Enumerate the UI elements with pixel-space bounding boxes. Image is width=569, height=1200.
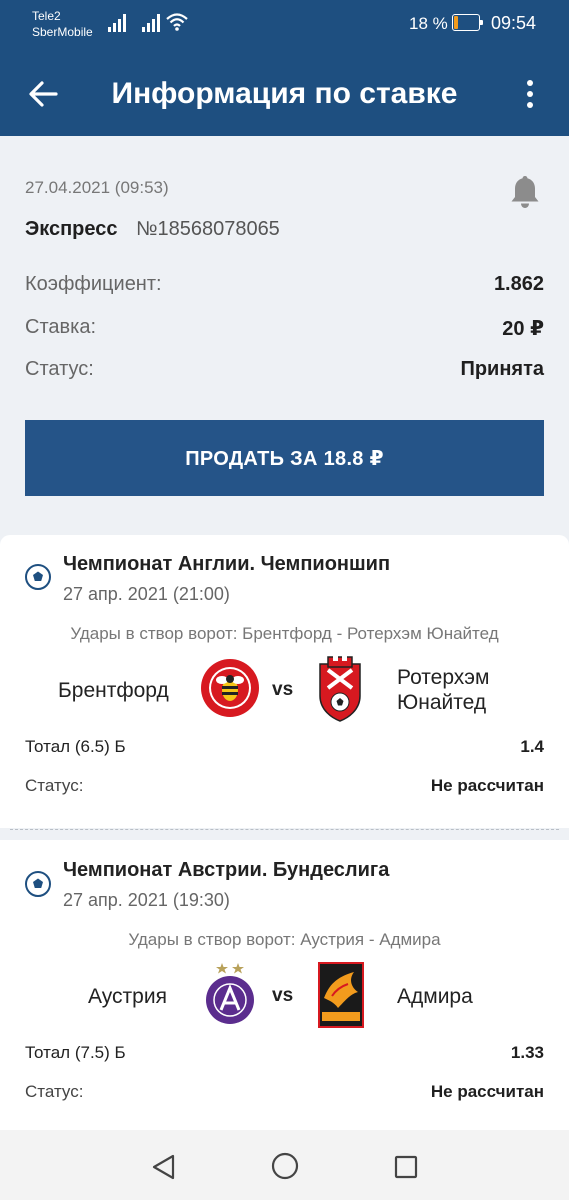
stake-label: Ставка:: [25, 316, 96, 338]
bet-number: №18568078065: [136, 218, 280, 240]
away-team: Ротерхэм Юнайтед: [397, 666, 490, 714]
nav-back-icon[interactable]: [150, 1153, 176, 1181]
event-status-value: Не рассчитан: [430, 1082, 544, 1101]
page-title: Информация по ставке: [111, 77, 458, 110]
event-card: Чемпионат Австрии. Бундеслига 27 апр. 20…: [0, 840, 569, 1130]
nav-recent-apps-icon[interactable]: [394, 1155, 418, 1179]
brentford-crest-icon: [201, 659, 259, 717]
selection-odd: 1.33: [510, 1043, 544, 1062]
austria-wien-crest-icon: [206, 963, 254, 1024]
football-icon: [25, 564, 51, 590]
event-date: 27 апр. 2021 (21:00): [63, 584, 230, 604]
system-nav-bar: [0, 1130, 569, 1200]
coefficient-value: 1.862: [493, 273, 544, 295]
bell-icon[interactable]: [509, 174, 541, 210]
market-name: Удары в створ ворот: Аустрия - Адмира: [128, 930, 441, 949]
selection-odd: 1.4: [520, 737, 544, 756]
bet-datetime: 27.04.2021 (09:53): [25, 178, 169, 197]
selection-name: Тотал (6.5) Б: [25, 737, 126, 756]
event-card: Чемпионат Англии. Чемпионшип 27 апр. 202…: [0, 535, 569, 828]
signal-icon: [142, 14, 160, 32]
rotherham-crest-icon: [319, 656, 361, 722]
event-status-label: Статус:: [25, 776, 84, 795]
nav-home-icon[interactable]: [271, 1152, 299, 1180]
vs-label: vs: [272, 985, 294, 1006]
admira-crest-icon: [318, 962, 364, 1028]
event-status-value: Не рассчитан: [430, 776, 544, 795]
battery-percent: 18 %: [409, 14, 448, 33]
home-team: Брентфорд: [58, 679, 169, 702]
more-options-button[interactable]: [516, 72, 546, 116]
football-icon: [25, 871, 51, 897]
home-team: Аустрия: [88, 985, 167, 1008]
more-vert-icon: [527, 80, 533, 86]
carrier-name: Tele2 SberMobile: [32, 9, 93, 39]
battery-icon: [452, 14, 483, 31]
selection-name: Тотал (7.5) Б: [25, 1043, 126, 1062]
coefficient-label: Коэффициент:: [25, 273, 162, 295]
app-bar: Информация по ставке: [0, 50, 569, 136]
status-bar: Tele2 SberMobile 18 % 09:54: [0, 0, 569, 50]
signal-icon: [108, 14, 126, 32]
event-date: 27 апр. 2021 (19:30): [63, 890, 230, 910]
divider: [10, 829, 559, 830]
wifi-icon: [166, 13, 188, 31]
stake-value: 20 ₽: [502, 318, 544, 340]
status-value: Принята: [460, 358, 544, 380]
league-name: Чемпионат Австрии. Бундеслига: [63, 859, 390, 881]
clock: 09:54: [491, 13, 537, 33]
league-name: Чемпионат Англии. Чемпионшип: [63, 553, 391, 575]
battery-level: [454, 16, 458, 29]
event-status-label: Статус:: [25, 1082, 84, 1101]
bet-summary: 27.04.2021 (09:53) Экспресс №18568078065…: [0, 136, 569, 516]
bet-type: Экспресс: [25, 218, 118, 240]
status-label: Статус:: [25, 358, 94, 380]
vs-label: vs: [272, 679, 294, 700]
market-name: Удары в створ ворот: Брентфорд - Ротерхэ…: [70, 624, 499, 643]
sell-button[interactable]: ПРОДАТЬ ЗА 18.8 ₽: [25, 420, 544, 496]
away-team: Адмира: [397, 985, 473, 1008]
